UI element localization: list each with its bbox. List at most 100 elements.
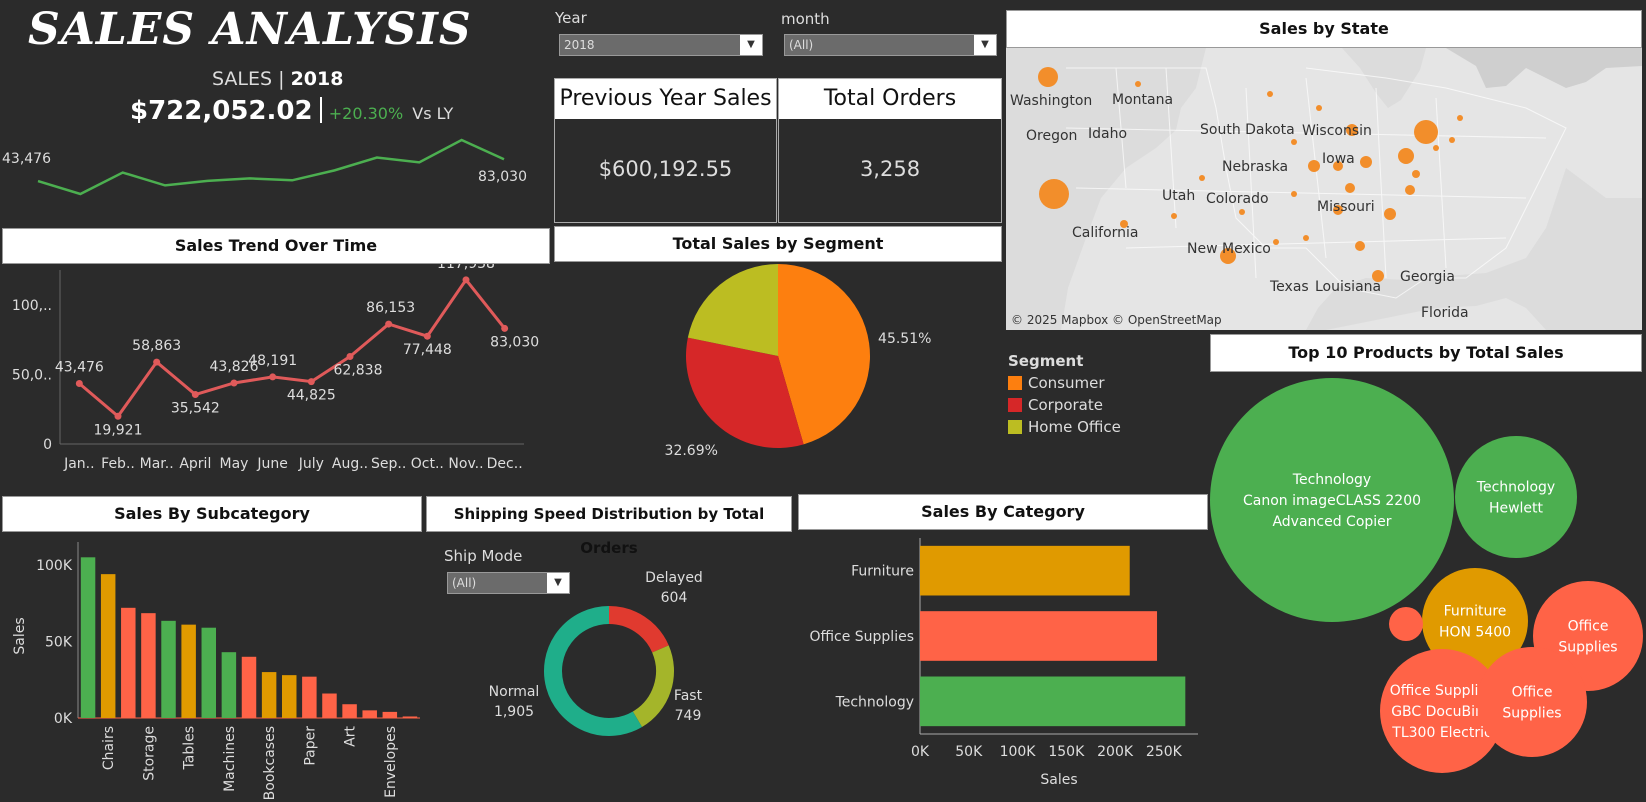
x-tick-label: Paper — [302, 726, 318, 766]
bar — [80, 557, 96, 718]
year-value: 2018 — [290, 68, 344, 90]
pie-value-label: 21.80% — [670, 262, 723, 266]
bar — [402, 716, 418, 718]
sales-total-row: $722,052.02 +20.30% Vs LY — [130, 96, 453, 126]
top-products-bubble-chart[interactable]: Technology Canon imageCLASS 2200 Advanced … — [1210, 372, 1646, 802]
x-tick-label: Dec.. — [487, 456, 523, 472]
data-label: 35,542 — [171, 401, 220, 417]
bar — [161, 620, 176, 718]
x-tick-label: Tables — [182, 726, 198, 771]
y-tick-label: Furniture — [851, 564, 914, 580]
trend-point — [153, 358, 161, 366]
sales-sparkline: 43,476 83,030 — [2, 138, 527, 196]
donut-value: 1,905 — [494, 704, 534, 720]
segment-legend-title: Segment — [1008, 352, 1084, 370]
donut-segment-delayed — [608, 606, 669, 653]
legend-swatch — [1008, 376, 1022, 390]
trend-point — [75, 379, 83, 387]
legend-swatch — [1008, 398, 1022, 412]
bar — [920, 676, 1186, 727]
data-label: 83,030 — [490, 334, 539, 350]
state-label: Wisconsin — [1302, 123, 1372, 139]
us-map-canvas[interactable]: Washington Montana Oregon Idaho South Da… — [1006, 48, 1642, 330]
kpi-previous-year-title: Previous Year Sales — [555, 79, 776, 119]
segment-legend: Segment Consumer Corporate Home Office — [1008, 352, 1121, 436]
bubble-label: Advanced Copier — [1272, 514, 1391, 530]
category-bar-chart[interactable]: Furniture Office Supplies Technology 0K 50K 1… — [798, 530, 1208, 800]
year-dropdown[interactable]: 2018 ▼ — [559, 34, 763, 56]
state-label: Utah — [1162, 188, 1195, 204]
state-label: Florida — [1421, 305, 1469, 321]
sales-label: SALES — [212, 68, 273, 90]
legend-item-corporate[interactable]: Corporate — [1008, 396, 1121, 414]
x-tick-label: Machines — [222, 726, 238, 792]
bubble-label: Office — [1568, 619, 1609, 635]
legend-label: Corporate — [1028, 396, 1103, 414]
x-tick-label: 50K — [955, 744, 983, 760]
donut-value: 604 — [661, 590, 688, 606]
sales-total: $722,052.02 — [130, 96, 313, 126]
y-tick-label: 0K — [54, 711, 73, 727]
map-attribution: © 2025 Mapbox © OpenStreetMap — [1011, 313, 1222, 327]
year-filter-label: Year — [555, 9, 587, 27]
data-label: 44,825 — [287, 388, 336, 404]
bar — [302, 676, 317, 718]
kpi-total-orders-title: Total Orders — [779, 79, 1001, 119]
state-label: Georgia — [1400, 269, 1455, 285]
subcategory-bar-chart[interactable]: 0K 50K 100K Sales Chairs Storage Tables Machine… — [2, 532, 422, 802]
kpi-total-orders-value: 3,258 — [859, 157, 921, 181]
donut-segment-fast — [632, 645, 674, 728]
bar — [100, 574, 116, 718]
pie-value-label: 32.69% — [665, 443, 718, 459]
x-tick-label: July — [298, 456, 324, 472]
data-label: 77,448 — [403, 342, 452, 358]
x-tick-label: Feb.. — [101, 456, 135, 472]
bar — [181, 624, 196, 718]
x-tick-label: Mar.. — [140, 456, 174, 472]
chevron-down-icon[interactable]: ▼ — [740, 35, 762, 55]
sparkline-end-label: 83,030 — [478, 169, 527, 185]
data-label: 19,921 — [94, 422, 143, 438]
sales-by-state-map[interactable]: Washington Montana Oregon Idaho South Da… — [1006, 48, 1642, 330]
bar — [322, 693, 337, 718]
legend-item-consumer[interactable]: Consumer — [1008, 374, 1121, 392]
chevron-down-icon[interactable]: ▼ — [974, 35, 996, 55]
data-label: 117,938 — [437, 264, 495, 272]
sales-delta-suffix: Vs LY — [412, 104, 454, 123]
shipping-donut-chart[interactable]: Delayed 604 Fast 749 Normal 1,905 — [426, 560, 792, 750]
bubble-label: Supplies — [1502, 706, 1561, 722]
x-tick-label: May — [220, 456, 249, 472]
state-label: New Mexico — [1187, 241, 1271, 257]
subcategory-title: Sales By Subcategory — [2, 496, 422, 532]
sparkline-line — [37, 138, 505, 196]
x-tick-label: 0K — [911, 744, 930, 760]
month-dropdown[interactable]: (All) ▼ — [784, 34, 997, 56]
segment-pie-chart[interactable]: 45.51% 32.69% 21.80% — [554, 262, 1002, 490]
x-tick-label: Chairs — [101, 726, 117, 770]
sales-trend-chart[interactable]: 0 50,0.. 100,.. 43,476 Jan.. 19,921 Feb.. 58,86… — [2, 264, 550, 494]
separator: | — [278, 68, 285, 90]
sales-delta: +20.30% — [328, 104, 404, 123]
bubble-label: Furniture — [1444, 604, 1507, 620]
donut-label: Fast — [674, 688, 703, 704]
bubble-label: Supplies — [1558, 640, 1617, 656]
sales-year-heading: SALES | 2018 — [212, 68, 343, 90]
x-tick-label: 250K — [1146, 744, 1183, 760]
x-tick-label: Oct.. — [411, 456, 444, 472]
data-label: 48,191 — [248, 353, 297, 369]
category-title: Sales By Category — [798, 494, 1208, 530]
legend-item-home-office[interactable]: Home Office — [1008, 418, 1121, 436]
bubble-label: Canon imageCLASS 2200 — [1243, 493, 1421, 509]
state-label: South Dakota — [1200, 122, 1295, 138]
bubble-label: Hewlett — [1489, 501, 1544, 517]
products-title: Top 10 Products by Total Sales — [1210, 334, 1642, 372]
x-tick-label: April — [179, 456, 211, 472]
trend-point — [501, 324, 509, 332]
product-bubble — [1477, 647, 1587, 757]
x-tick-label: 200K — [1097, 744, 1134, 760]
state-label: Oregon — [1026, 128, 1077, 144]
dashboard-title: SALES ANALYSIS — [28, 4, 472, 55]
month-filter-label: month — [781, 10, 830, 28]
x-axis-title: Sales — [1040, 772, 1077, 788]
bar — [920, 611, 1158, 661]
